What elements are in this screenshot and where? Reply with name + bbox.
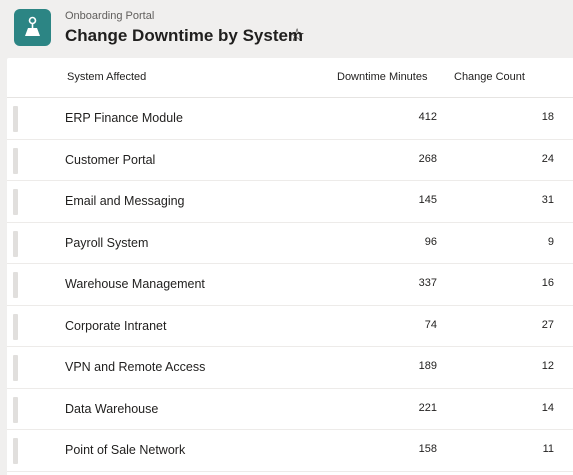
row-selection-handle[interactable] [13, 230, 18, 257]
cell-change-count: 16 [541, 277, 554, 289]
cell-change-count: 14 [541, 401, 554, 414]
table-row[interactable]: Data Warehouse 221 14 [7, 389, 573, 430]
cell-change-count: 18 [541, 111, 554, 123]
cell-change-count: 9 [547, 235, 554, 248]
data-table: System Affected Downtime Minutes Change … [7, 58, 573, 475]
row-selection-handle[interactable] [13, 313, 18, 340]
row-selection-handle[interactable] [13, 438, 18, 464]
cell-downtime-minutes: 412 [418, 111, 437, 123]
cell-system: Email and Messaging [65, 194, 185, 208]
table-row[interactable]: Payroll System 96 9 [7, 223, 573, 264]
page-title: Change Downtime by System [65, 26, 304, 45]
cell-downtime-minutes: 145 [418, 194, 437, 206]
cell-change-count: 11 [542, 443, 554, 455]
table-row[interactable]: Point of Sale Network 158 11 [7, 430, 573, 472]
cell-system: Customer Portal [65, 152, 156, 167]
table-header: System Affected Downtime Minutes Change … [7, 58, 573, 98]
cell-system: Data Warehouse [65, 401, 159, 416]
row-selection-handle[interactable] [13, 355, 18, 381]
cell-change-count: 24 [541, 152, 554, 165]
cell-downtime-minutes: 221 [418, 401, 437, 414]
flask-icon [25, 16, 40, 36]
cell-system: Point of Sale Network [65, 443, 186, 457]
cell-system: Warehouse Management [65, 277, 205, 291]
cell-downtime-minutes: 189 [418, 360, 437, 372]
cell-downtime-minutes: 268 [418, 152, 437, 165]
cell-system: Payroll System [65, 235, 149, 250]
row-selection-handle[interactable] [13, 396, 18, 423]
cell-change-count: 27 [541, 318, 554, 331]
cell-change-count: 12 [541, 360, 554, 372]
row-selection-handle[interactable] [13, 189, 18, 215]
column-header-downtime-minutes[interactable]: Downtime Minutes [337, 71, 427, 83]
column-header-change-count[interactable]: Change Count [454, 71, 525, 83]
cell-system: VPN and Remote Access [65, 360, 206, 374]
row-selection-handle[interactable] [13, 147, 18, 174]
row-selection-handle[interactable] [13, 106, 18, 132]
table-row[interactable]: Customer Portal 268 24 [7, 140, 573, 181]
cell-downtime-minutes: 96 [424, 235, 437, 248]
row-selection-handle[interactable] [13, 272, 18, 298]
cell-downtime-minutes: 158 [418, 443, 437, 455]
page-header: Onboarding Portal Change Downtime by Sys… [0, 0, 573, 58]
favorite-star-icon[interactable]: ☆ [289, 25, 305, 46]
app-icon [14, 9, 51, 46]
table-row[interactable]: Corporate Intranet 74 27 [7, 306, 573, 347]
app-subtitle: Onboarding Portal [65, 10, 155, 22]
cell-downtime-minutes: 74 [424, 318, 437, 331]
column-header-system[interactable]: System Affected [67, 71, 146, 83]
cell-change-count: 31 [541, 194, 554, 206]
table-row[interactable]: Email and Messaging 145 31 [7, 181, 573, 223]
cell-downtime-minutes: 337 [418, 277, 437, 289]
table-row[interactable]: ERP Finance Module 412 18 [7, 98, 573, 140]
table-row[interactable]: Warehouse Management 337 16 [7, 264, 573, 306]
cell-system: Corporate Intranet [65, 318, 167, 333]
cell-system: ERP Finance Module [65, 111, 183, 125]
table-row[interactable]: VPN and Remote Access 189 12 [7, 347, 573, 389]
